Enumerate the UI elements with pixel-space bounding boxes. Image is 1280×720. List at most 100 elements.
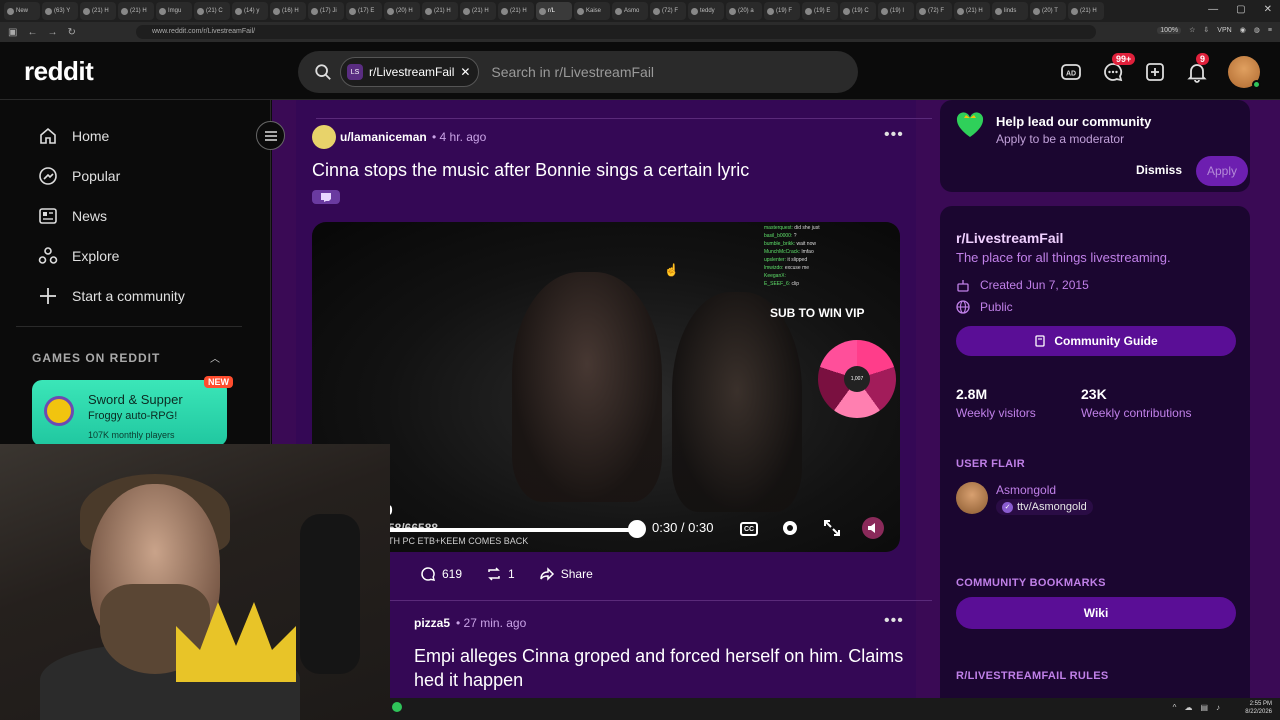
browser-tab[interactable]: (21) H — [1068, 2, 1104, 20]
post-title[interactable]: Cinna stops the music after Bonnie sings… — [312, 160, 749, 181]
community-guide-button[interactable]: Community Guide — [956, 326, 1236, 356]
chat-icon[interactable]: 99+ — [1102, 53, 1136, 83]
search-bar[interactable]: LS r/LivestreamFail ✕ Search in r/Livest… — [298, 51, 858, 93]
sidebar-item-popular[interactable]: Popular — [38, 166, 120, 186]
notification-bell-icon[interactable]: 9 — [1186, 53, 1210, 83]
tab-favicon-icon — [881, 7, 888, 15]
extension-icon[interactable]: ◉ — [1240, 26, 1246, 34]
browser-tab[interactable]: (21) H — [80, 2, 116, 20]
url-field[interactable]: www.reddit.com/r/LivestreamFail/ — [136, 25, 1096, 39]
search-input[interactable]: Search in r/LivestreamFail — [491, 64, 654, 80]
mute-icon[interactable] — [862, 517, 884, 539]
twitch-flair-icon[interactable] — [312, 190, 340, 204]
collapse-sidebar-button[interactable] — [256, 121, 285, 150]
share-button[interactable]: Share — [539, 566, 593, 582]
menu-icon[interactable]: ≡ — [1268, 27, 1272, 34]
browser-tab[interactable]: (72) F — [650, 2, 686, 20]
browser-tab[interactable]: (16) H — [270, 2, 306, 20]
fullscreen-icon[interactable] — [822, 518, 842, 538]
browser-tab[interactable]: (21) H — [118, 2, 154, 20]
more-options-icon[interactable]: ••• — [884, 126, 904, 144]
app-icon[interactable] — [392, 702, 402, 712]
browser-tab[interactable]: r/L — [536, 2, 572, 20]
browser-tab[interactable]: Kaise — [574, 2, 610, 20]
sidebar-toggle-icon[interactable]: ▣ — [8, 27, 17, 38]
browser-tab[interactable]: (20) T — [1030, 2, 1066, 20]
plus-icon — [40, 288, 56, 304]
chevron-up-icon[interactable]: ︿ — [210, 350, 220, 365]
network-icon[interactable]: ▤ — [1200, 703, 1208, 712]
post-author-avatar[interactable] — [312, 125, 336, 149]
captions-icon[interactable]: CC — [740, 522, 758, 536]
wiki-button[interactable]: Wiki — [956, 597, 1236, 629]
sidebar-item-news[interactable]: News — [38, 206, 107, 226]
search-scope-chip[interactable]: LS r/LivestreamFail ✕ — [340, 57, 480, 87]
post-title[interactable]: Empi alleges Cinna groped and forced her… — [414, 646, 903, 667]
browser-tab[interactable]: teddy — [688, 2, 724, 20]
more-options-icon[interactable]: ••• — [884, 612, 904, 630]
download-icon[interactable]: ⇩ — [1203, 26, 1209, 34]
tab-label: r/L — [548, 8, 556, 14]
vpn-badge[interactable]: VPN — [1217, 27, 1231, 34]
browser-tab[interactable]: (20) H — [384, 2, 420, 20]
chevron-up-icon[interactable]: ^ — [1173, 703, 1177, 712]
repost-button[interactable]: 1 — [486, 566, 515, 582]
browser-tab[interactable]: (20) a — [726, 2, 762, 20]
video-progress-handle[interactable] — [628, 520, 646, 538]
extension-icon[interactable]: ◍ — [1254, 26, 1260, 34]
browser-tab[interactable]: (21) H — [460, 2, 496, 20]
browser-tab[interactable]: linds — [992, 2, 1028, 20]
browser-tab[interactable]: (21) C — [194, 2, 230, 20]
apply-button[interactable]: Apply — [1196, 156, 1248, 186]
browser-tab[interactable]: (14) y — [232, 2, 268, 20]
close-icon[interactable]: ✕ — [1264, 4, 1272, 15]
post-title-line2[interactable]: hed it happen — [414, 670, 523, 691]
star-icon[interactable]: ☆ — [1189, 26, 1195, 34]
forward-icon[interactable]: → — [47, 27, 57, 38]
zoom-level[interactable]: 100% — [1157, 26, 1182, 34]
close-icon[interactable]: ✕ — [460, 65, 470, 79]
comment-icon — [421, 567, 436, 581]
sidebar-item-start-community[interactable]: Start a community — [38, 286, 185, 306]
maximize-icon[interactable]: ▢ — [1236, 4, 1245, 15]
browser-tab[interactable]: (21) H — [422, 2, 458, 20]
browser-tab[interactable]: (21) H — [498, 2, 534, 20]
minimize-icon[interactable]: — — [1208, 4, 1218, 15]
reddit-logo[interactable]: reddit — [24, 56, 94, 87]
cloud-icon[interactable]: ☁ — [1184, 703, 1192, 712]
comments-button[interactable]: 619 — [420, 566, 462, 582]
browser-tab[interactable]: (19) C — [840, 2, 876, 20]
settings-gear-icon[interactable] — [780, 518, 800, 538]
sidebar-item-home[interactable]: Home — [38, 126, 109, 146]
subreddit-name[interactable]: r/LivestreamFail — [956, 230, 1063, 246]
post-author[interactable]: pizza5 — [414, 616, 450, 630]
system-clock[interactable]: 2:55 PM 8/22/2026 — [1245, 700, 1272, 716]
browser-tab[interactable]: (17) Ji — [308, 2, 344, 20]
flair-username[interactable]: Asmongold — [996, 483, 1056, 497]
browser-tab[interactable]: (72) F — [916, 2, 952, 20]
advertise-icon[interactable]: AD — [1060, 61, 1082, 83]
sidebar-item-explore[interactable]: Explore — [38, 246, 119, 266]
video-player[interactable]: masterquest: did she just basil_b0000: ? b… — [312, 222, 900, 552]
back-icon[interactable]: ← — [27, 27, 37, 38]
user-avatar[interactable] — [1228, 56, 1261, 89]
browser-tab[interactable]: Imgu — [156, 2, 192, 20]
browser-tab[interactable]: (19) F — [764, 2, 800, 20]
browser-tab[interactable]: (17) E — [346, 2, 382, 20]
browser-tab[interactable]: Asmo — [612, 2, 648, 20]
game-card[interactable]: NEW Sword & Supper Froggy auto-RPG! 107K… — [32, 376, 233, 446]
browser-tab[interactable]: (21) H — [954, 2, 990, 20]
flair-tag[interactable]: ✓ ttv/Asmongold — [996, 499, 1093, 515]
reload-icon[interactable]: ↻ — [67, 27, 75, 38]
tab-label: Imgu — [168, 8, 182, 14]
dismiss-button[interactable]: Dismiss — [1136, 163, 1182, 177]
browser-tab[interactable]: (19) E — [802, 2, 838, 20]
post-author[interactable]: u/lamaniceman — [340, 130, 427, 144]
browser-tab[interactable]: New — [4, 2, 40, 20]
create-post-icon[interactable] — [1144, 61, 1166, 83]
browser-tab[interactable]: (19) I — [878, 2, 914, 20]
games-heading[interactable]: GAMES ON REDDIT — [32, 351, 160, 365]
video-progress-bar[interactable] — [372, 528, 634, 532]
volume-icon[interactable]: ♪ — [1216, 703, 1220, 712]
browser-tab[interactable]: (63) Y — [42, 2, 78, 20]
